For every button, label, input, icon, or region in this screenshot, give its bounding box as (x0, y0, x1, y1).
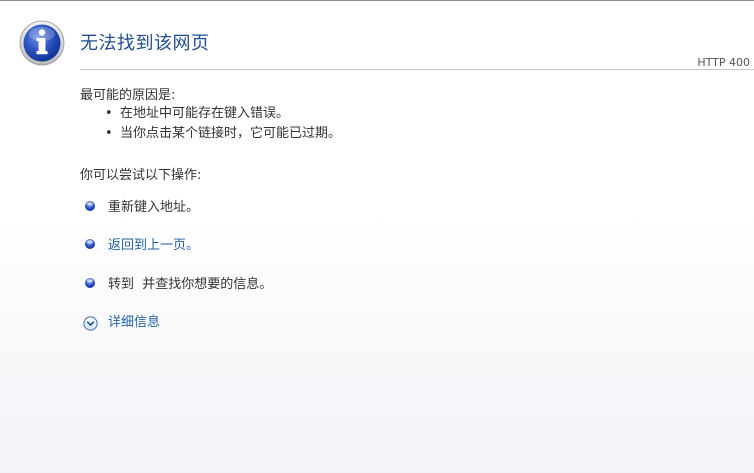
action-text: 转到 并查找你想要的信息。 (108, 277, 273, 292)
cause-text: 当你点击某个链接时，它可能已过期。 (120, 126, 342, 141)
cause-item: • 在地址中可能存在键入错误。 (105, 104, 341, 124)
blue-dot-icon (85, 239, 95, 249)
blue-dot-icon (85, 201, 95, 211)
causes-list: • 在地址中可能存在键入错误。 • 当你点击某个链接时，它可能已过期。 (105, 104, 341, 144)
cause-text: 在地址中可能存在键入错误。 (120, 106, 290, 121)
http-status-code: HTTP 400 (697, 56, 750, 69)
page-title: 无法找到该网页 (80, 33, 210, 54)
blue-dot-icon (85, 278, 95, 288)
go-back-link[interactable]: 返回到上一页。 (108, 238, 199, 254)
causes-heading: 最可能的原因是: (80, 88, 176, 103)
top-border (0, 0, 754, 1)
actions-heading: 你可以尝试以下操作: (80, 168, 202, 183)
action-text: 重新键入地址。 (108, 200, 200, 215)
title-divider (80, 69, 754, 70)
bullet-icon: • (105, 126, 113, 141)
details-label[interactable]: 详细信息 (108, 315, 160, 331)
bullet-icon: • (105, 106, 113, 121)
info-icon (19, 20, 65, 66)
cause-item: • 当你点击某个链接时，它可能已过期。 (105, 124, 341, 144)
chevron-down-circle-icon[interactable] (83, 316, 98, 331)
